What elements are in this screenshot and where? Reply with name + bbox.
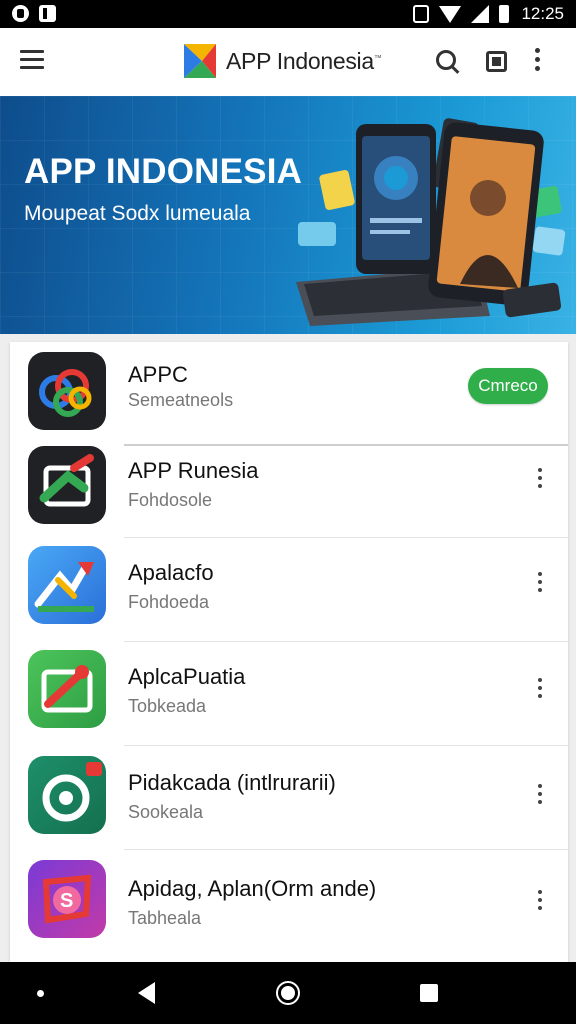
list-item[interactable]: AplcaPuatia Tobkeada [10,642,568,746]
recents-icon[interactable] [420,984,438,1002]
connect-button[interactable]: Cmreco [468,368,548,404]
cast-icon[interactable] [484,48,512,76]
app-subtitle: Semeatneols [128,390,234,410]
app-icon [28,546,106,624]
svg-text:S: S [60,890,73,912]
list-item[interactable]: S Apidag, Aplan(Orm ande) Tabheala [10,850,568,954]
list-item[interactable]: APPC Semeatneols Cmreco [10,342,568,446]
devices-illustration [296,118,566,326]
app-icon [28,446,106,524]
battery-icon [499,5,510,23]
navigation-bar [0,962,576,1024]
search-icon[interactable] [434,48,462,76]
app-notification-icon [39,5,56,22]
app-bar: APP Indonesia™ [0,28,576,96]
status-bar: 12:25 [0,0,576,28]
more-vert-icon[interactable] [536,784,544,806]
more-vert-icon[interactable] [536,572,544,594]
status-time: 12:25 [521,4,564,23]
app-name: Apalacfo [128,560,214,585]
list-item[interactable]: APP Runesia Fohdosole [10,434,568,538]
app-icon [28,756,106,834]
app-subtitle: Fohdoeda [128,592,210,612]
app-subtitle: Tabheala [128,908,202,928]
app-icon [28,650,106,728]
more-vert-icon[interactable] [534,48,542,76]
list-item[interactable]: Apalacfo Fohdoeda [10,538,568,642]
app-name: APPC [128,362,188,387]
app-name: Pidakcada (intlrurarii) [128,770,336,795]
home-icon[interactable] [276,981,300,1005]
promo-banner[interactable]: APP INDONESIA Moupeat Sodx lumeuala [0,96,576,334]
brand: APP Indonesia™ [182,42,382,80]
app-name: Apidag, Aplan(Orm ande) [128,876,377,901]
nav-dot-icon [37,990,44,997]
app-list: APPC Semeatneols Cmreco APP Runesia Fohd… [10,342,568,964]
more-vert-icon[interactable] [536,468,544,490]
app-icon [28,352,106,430]
app-name: AplcaPuatia [128,664,246,689]
app-icon: S [28,860,106,938]
app-subtitle: Sookeala [128,802,204,822]
signal-icon [471,5,490,23]
banner-subtitle: Moupeat Sodx lumeuala [24,202,251,225]
app-subtitle: Tobkeada [128,696,207,716]
menu-icon[interactable] [20,50,44,70]
lock-notification-icon [12,5,29,22]
list-item[interactable]: Pidakcada (intlrurarii) Sookeala [10,746,568,850]
app-name: APP Runesia [128,458,259,483]
more-vert-icon[interactable] [536,678,544,700]
back-icon[interactable] [138,982,155,1004]
more-vert-icon[interactable] [536,890,544,912]
wifi-icon [439,5,462,23]
app-subtitle: Fohdosole [128,490,213,510]
app-title: APP Indonesia™ [226,47,382,74]
banner-title: APP INDONESIA [24,152,303,191]
app-logo-icon [184,44,216,78]
vibrate-icon [413,5,430,23]
